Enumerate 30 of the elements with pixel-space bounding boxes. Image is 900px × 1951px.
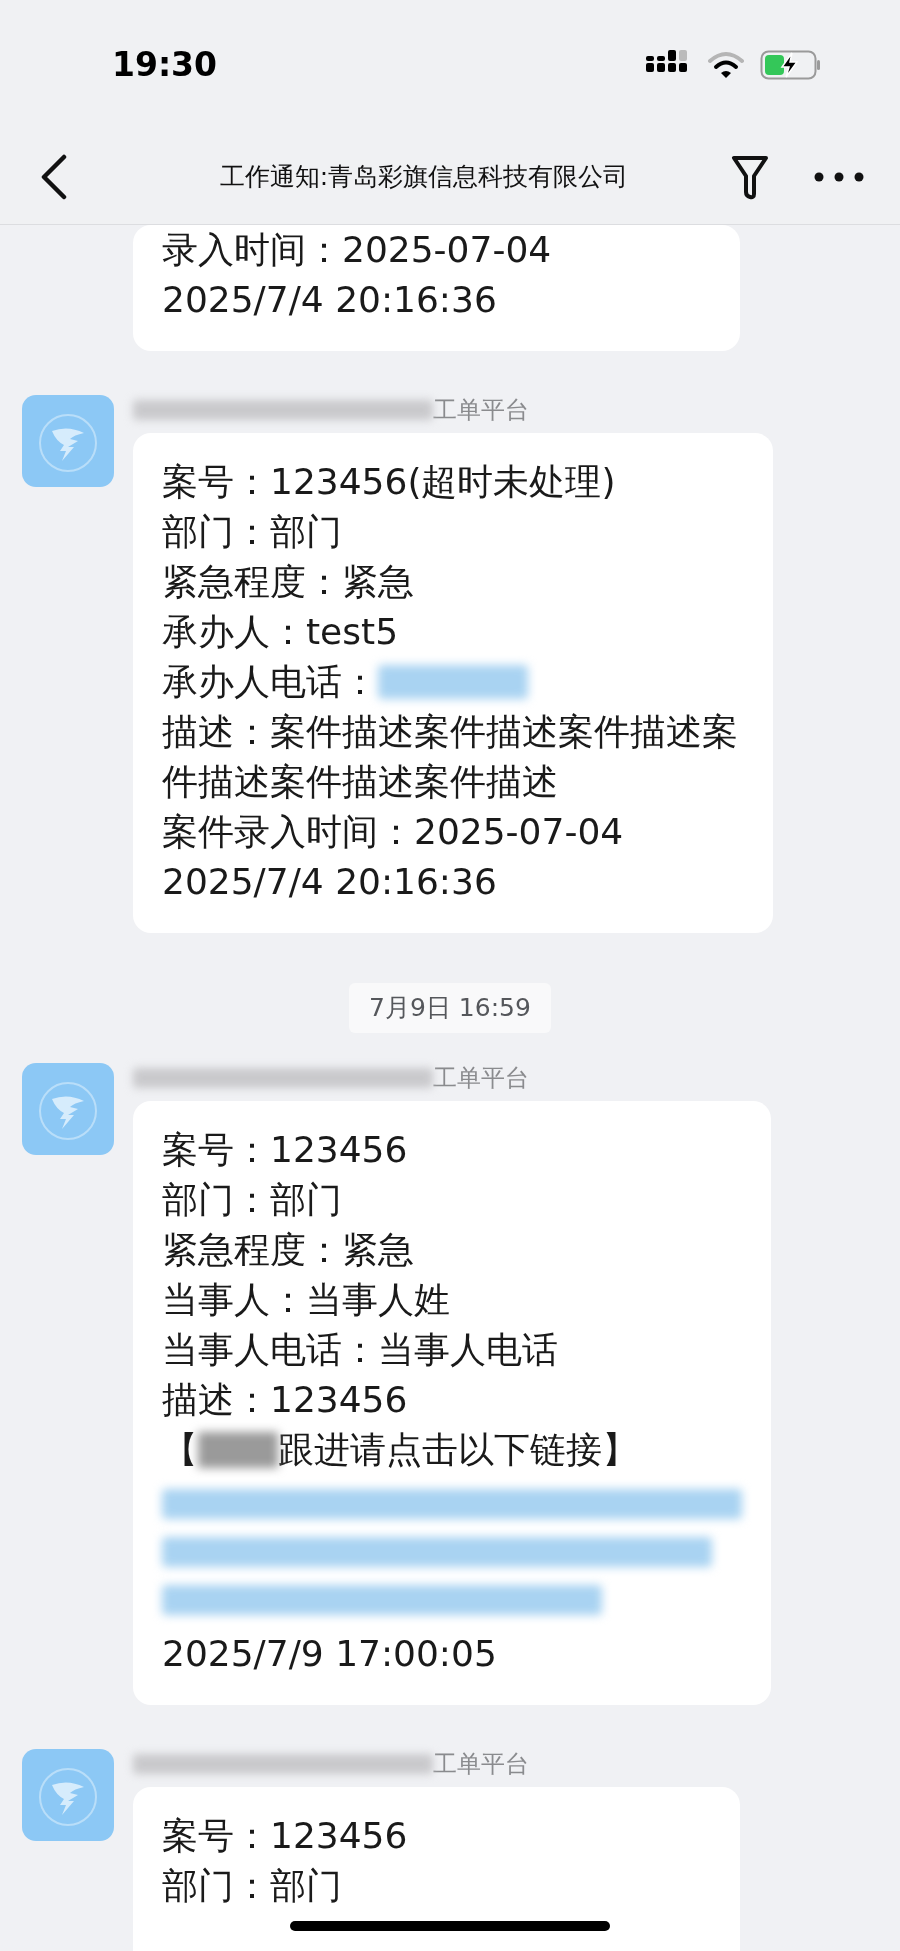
message-line: 跟进请点击以下链接】 bbox=[278, 1427, 638, 1472]
bracket-text: 【 bbox=[162, 1427, 198, 1472]
status-time: 19:30 bbox=[112, 44, 218, 87]
sender-name: 工单平台 bbox=[433, 1748, 529, 1780]
message-line: 录入时间：2025-07-04 bbox=[162, 228, 553, 272]
message-line: 案件录入时间：2025-07-04 bbox=[162, 810, 625, 854]
sender-name: 工单平台 bbox=[433, 395, 529, 426]
message-line: 承办人：test5 bbox=[162, 610, 400, 654]
filter-icon bbox=[730, 154, 770, 200]
message-line: 部门：部门 bbox=[162, 1863, 343, 1908]
sender-name: 工单平台 bbox=[433, 1062, 529, 1094]
message-line: 当事人：当事人姓 bbox=[162, 1277, 451, 1322]
message-line: 承办人电话： bbox=[162, 660, 378, 704]
message-line: 2025/7/4 20:16:36 bbox=[162, 278, 498, 322]
more-icon bbox=[814, 172, 864, 182]
message-line: 描述：123456 bbox=[162, 1377, 409, 1422]
message-line: 案号：123456(超时未处理) bbox=[162, 460, 617, 504]
message-line: 部门：部门 bbox=[162, 1177, 343, 1222]
message-line: 紧急程度：紧急 bbox=[162, 560, 415, 604]
message-line: 部门：部门 bbox=[162, 510, 343, 554]
back-icon bbox=[40, 154, 68, 200]
wifi-icon bbox=[708, 51, 744, 79]
message-line: 案号：123456 bbox=[162, 1127, 409, 1172]
message-line: 紧急程度：紧急 bbox=[162, 1227, 415, 1272]
chat-title: 工作通知:青岛彩旗信息科技有限公司 bbox=[219, 161, 629, 194]
message-line: 2025/7/4 20:16:36 bbox=[162, 860, 498, 904]
message-line: 当事人电话：当事人电话 bbox=[162, 1327, 559, 1372]
message-line: 描述：案件描述案件描述案件描述案件描述案件描述案件描述 bbox=[162, 710, 739, 804]
message-line: 2025/7/9 17:00:05 bbox=[162, 1631, 498, 1676]
message-line: 案号：123456 bbox=[162, 1813, 409, 1858]
